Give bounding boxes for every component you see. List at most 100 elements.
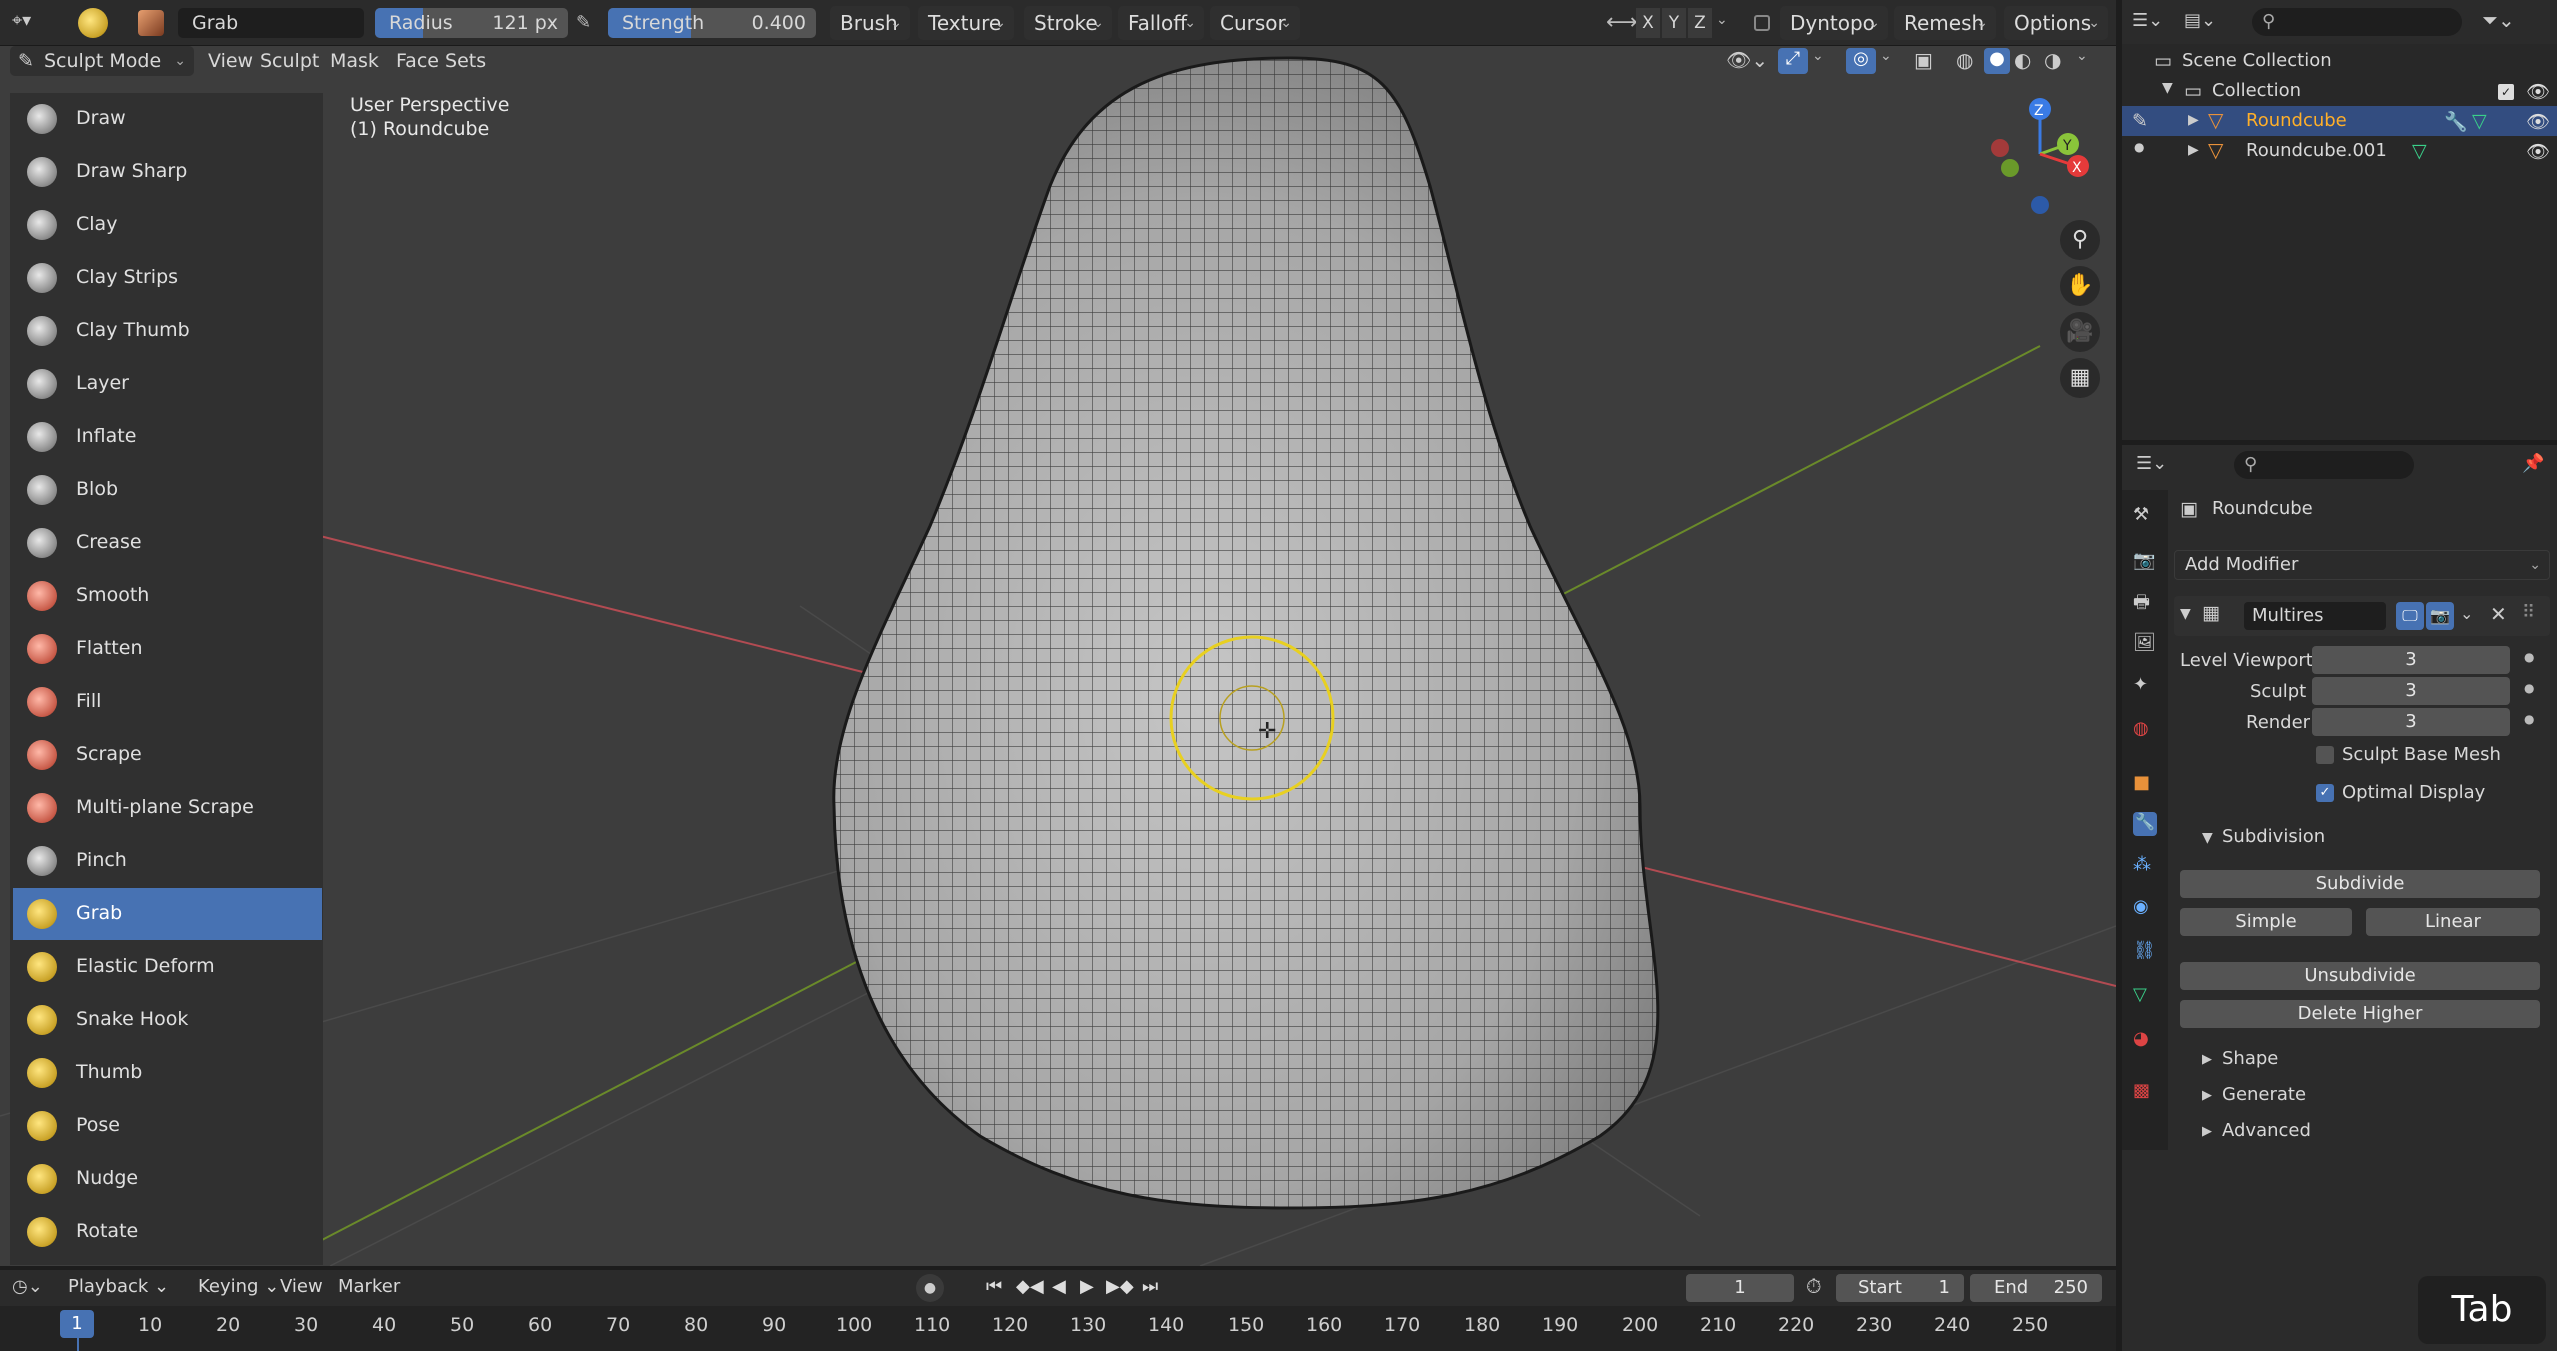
subdivision-header[interactable]: Subdivision (2222, 826, 2325, 847)
tool-pose[interactable]: Pose (13, 1100, 322, 1152)
timeline-view-menu[interactable]: View (280, 1276, 323, 1297)
expand-arrow-icon[interactable]: ▼ (2162, 80, 2173, 96)
face-sets-menu[interactable]: Face Sets (386, 46, 496, 76)
mirror-z-toggle[interactable]: Z (1688, 8, 1712, 38)
jump-end-icon[interactable]: ⏭ (1142, 1276, 1158, 1297)
render-toggle-icon[interactable]: 📷 (2426, 602, 2454, 630)
include-checkbox[interactable]: ✓ (2498, 84, 2514, 100)
playhead-marker[interactable]: 1 (60, 1310, 94, 1338)
collapse-arrow-icon[interactable]: ▼ (2180, 606, 2191, 622)
shading-dropdown-icon[interactable]: ⌄ (2076, 48, 2088, 64)
outliner-search-input[interactable]: ⚲ (2252, 8, 2462, 36)
delete-higher-button[interactable]: Delete Higher (2180, 1000, 2540, 1028)
world-tab-icon[interactable]: ◍ (2133, 718, 2157, 742)
drag-handle-icon[interactable]: ⠿ (2522, 602, 2535, 623)
keyframe-dot-icon[interactable]: ● (2524, 712, 2534, 726)
mask-menu[interactable]: Mask (320, 46, 389, 76)
constraints-tab-icon[interactable]: ⛓ (2133, 940, 2157, 964)
ortho-toggle-icon[interactable]: ▦ (2060, 358, 2100, 398)
modifier-name-field[interactable]: Multires (2244, 602, 2386, 630)
eye-icon[interactable]: 👁 (2526, 80, 2550, 103)
object-tab-icon[interactable]: ■ (2133, 772, 2157, 796)
tool-clay-thumb[interactable]: Clay Thumb (13, 305, 322, 357)
solid-shading-icon[interactable]: ● (1984, 48, 2010, 74)
unsubdivide-button[interactable]: Unsubdivide (2180, 962, 2540, 990)
tool-nudge[interactable]: Nudge (13, 1153, 322, 1205)
start-frame-field[interactable]: Start 1 (1836, 1274, 1964, 1302)
filter-icon[interactable]: ⏷⌄ (2482, 8, 2515, 32)
tool-multi-plane-scrape[interactable]: Multi-plane Scrape (13, 782, 322, 834)
generate-header[interactable]: Generate (2222, 1084, 2306, 1105)
tool-clay-strips[interactable]: Clay Strips (13, 252, 322, 304)
tool-inflate[interactable]: Inflate (13, 411, 322, 463)
edit-mode-icon[interactable]: ✎ (2132, 110, 2148, 132)
gizmo-dropdown-icon[interactable]: ⌄ (1812, 48, 1824, 64)
subdivide-button[interactable]: Subdivide (2180, 870, 2540, 898)
play-reverse-icon[interactable]: ◀ (1052, 1276, 1066, 1297)
prev-keyframe-icon[interactable]: ◆◀ (1016, 1276, 1044, 1297)
material-shading-icon[interactable]: ◐ (2014, 48, 2031, 72)
gizmo-neg-y[interactable] (2001, 159, 2019, 177)
physics-tab-icon[interactable]: ◉ (2133, 896, 2157, 920)
level-viewport-field[interactable]: 3 (2312, 646, 2510, 674)
remove-modifier-icon[interactable]: ✕ (2490, 602, 2507, 626)
data-tab-icon[interactable]: ▽ (2133, 984, 2157, 1008)
sculpt-mode-dropdown[interactable]: ✎ Sculpt Mode ⌄ (10, 46, 194, 76)
shape-header[interactable]: Shape (2222, 1048, 2278, 1069)
keyframe-dot-icon[interactable]: ● (2524, 650, 2534, 664)
marker-menu[interactable]: Marker (338, 1276, 400, 1297)
outliner-row-roundcube[interactable]: ✎ ▶ ▽ Roundcube 🔧 ▽ 👁 (2122, 106, 2557, 136)
radius-field[interactable]: Radius 121 px (375, 8, 568, 38)
tool-smooth[interactable]: Smooth (13, 570, 322, 622)
modifier-dropdown-icon[interactable]: ⌄ (2460, 604, 2473, 623)
timeline-editor[interactable]: ◷⌄ Playback ⌄ Keying ⌄ View Marker ● ⏮ ◆… (0, 1270, 2116, 1351)
add-modifier-dropdown[interactable]: Add Modifier ⌄ (2174, 550, 2550, 580)
timeline-editor-icon[interactable]: ◷⌄ (12, 1276, 43, 1297)
collection-row[interactable]: ▼ ▭ Collection ✓ 👁 (2122, 76, 2557, 106)
record-button-icon[interactable]: ● (916, 1274, 944, 1302)
tool-snake-hook[interactable]: Snake Hook (13, 994, 322, 1046)
current-frame-field[interactable]: 1 (1686, 1274, 1794, 1302)
tool-layer[interactable]: Layer (13, 358, 322, 410)
gizmo-neg-z[interactable] (2031, 196, 2049, 214)
particles-tab-icon[interactable]: ⁂ (2133, 854, 2157, 878)
tool-draw[interactable]: Draw (13, 93, 322, 145)
realtime-toggle-icon[interactable]: 🖵 (2396, 602, 2424, 630)
play-icon[interactable]: ▶ (1080, 1276, 1094, 1297)
pan-hand-icon[interactable]: ✋ (2060, 266, 2100, 306)
pin-icon[interactable]: 📌 (2522, 453, 2544, 474)
visibility-icon[interactable]: 👁⌄ (1726, 48, 1768, 72)
overlay-dropdown-icon[interactable]: ⌄ (1880, 48, 1892, 64)
tool-pinch[interactable]: Pinch (13, 835, 322, 887)
tool-grab[interactable]: Grab (13, 888, 322, 940)
next-keyframe-icon[interactable]: ▶◆ (1106, 1276, 1134, 1297)
keying-menu[interactable]: Keying ⌄ (198, 1276, 279, 1297)
jump-start-icon[interactable]: ⏮ (986, 1276, 1002, 1297)
expand-arrow-icon[interactable]: ▶ (2188, 142, 2199, 158)
modifier-tab-icon[interactable]: 🔧 (2133, 812, 2157, 836)
advanced-expand-icon[interactable]: ▶ (2202, 1124, 2212, 1139)
texture-tab-icon[interactable]: ▩ (2133, 1080, 2157, 1104)
playback-menu[interactable]: Playback ⌄ (68, 1276, 169, 1297)
stopwatch-icon[interactable]: ⏱ (1806, 1274, 1822, 1298)
output-tab-icon[interactable]: 🖶 (2133, 590, 2157, 614)
properties-search-input[interactable]: ⚲ (2234, 451, 2414, 479)
tool-rotate[interactable]: Rotate (13, 1206, 322, 1258)
tool-draw-sharp[interactable]: Draw Sharp (13, 146, 322, 198)
wireframe-shading-icon[interactable]: ◍ (1956, 48, 1973, 72)
mirror-y-toggle[interactable]: Y (1662, 8, 1686, 38)
remesh-menu[interactable]: Remesh ⌄ (1894, 6, 1996, 40)
sculpt-level-field[interactable]: 3 (2312, 677, 2510, 705)
tool-flatten[interactable]: Flatten (13, 623, 322, 675)
options-menu[interactable]: Options ⌄ (2004, 6, 2108, 40)
sculpt-base-mesh-checkbox[interactable] (2316, 746, 2334, 764)
material-tab-icon[interactable]: ◕ (2133, 1028, 2157, 1052)
scene-tab-icon[interactable]: ✦ (2133, 674, 2157, 698)
stroke-menu[interactable]: Stroke ⌄ (1024, 6, 1112, 40)
tool-scrape[interactable]: Scrape (13, 729, 322, 781)
dyntopo-menu[interactable]: Dyntopo ⌄ (1780, 6, 1888, 40)
display-mode-icon[interactable]: ▤⌄ (2184, 10, 2216, 31)
overlay-toggle-icon[interactable]: ◎ (1846, 48, 1876, 74)
properties-editor-icon[interactable]: ☰⌄ (2136, 453, 2167, 474)
expand-arrow-icon[interactable]: ▶ (2188, 112, 2199, 128)
